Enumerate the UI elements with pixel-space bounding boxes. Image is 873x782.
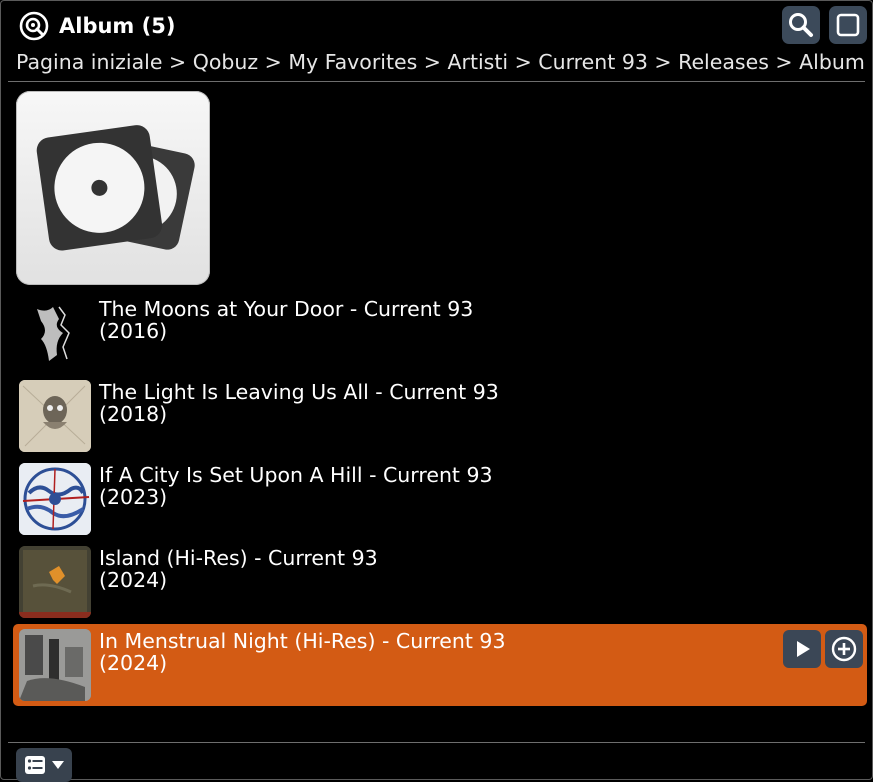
- list-view-icon: [25, 756, 45, 774]
- album-title: Island (Hi-Res) - Current 93: [99, 546, 378, 570]
- album-text: The Light Is Leaving Us All - Current 93…: [99, 381, 499, 425]
- list-item[interactable]: The Light Is Leaving Us All - Current 93…: [13, 375, 867, 457]
- album-text: If A City Is Set Upon A Hill - Current 9…: [99, 464, 493, 508]
- search-icon: [789, 13, 813, 37]
- page-title: Album (5): [59, 14, 176, 38]
- album-year: (2016): [99, 319, 168, 343]
- list-item-selected[interactable]: In Menstrual Night (Hi-Res) - Current 93…: [13, 624, 867, 706]
- album-title: The Moons at Your Door - Current 93: [99, 297, 474, 321]
- album-placeholder-art: [16, 91, 210, 285]
- album-text: In Menstrual Night (Hi-Res) - Current 93…: [99, 630, 506, 674]
- select-mode-button[interactable]: [829, 6, 867, 44]
- add-button[interactable]: [825, 630, 863, 668]
- album-cover: [19, 463, 91, 535]
- album-cover: [19, 546, 91, 618]
- album-year: (2018): [99, 402, 168, 426]
- list-item[interactable]: If A City Is Set Upon A Hill - Current 9…: [13, 458, 867, 540]
- list-item[interactable]: Island (Hi-Res) - Current 93 (2024): [13, 541, 867, 623]
- album-year: (2024): [99, 651, 168, 675]
- album-cover: [19, 380, 91, 452]
- album-text: Island (Hi-Res) - Current 93 (2024): [99, 547, 378, 591]
- album-cover: [19, 629, 91, 701]
- play-icon: [797, 641, 810, 657]
- disc-search-icon: [18, 10, 50, 42]
- list-item[interactable]: The Moons at Your Door - Current 93 (201…: [13, 292, 867, 374]
- album-cover: [19, 297, 91, 369]
- album-text: The Moons at Your Door - Current 93 (201…: [99, 298, 473, 342]
- search-button[interactable]: [782, 6, 820, 44]
- header-divider: [8, 81, 865, 82]
- dropdown-arrow-icon: [52, 761, 64, 769]
- album-year: (2023): [99, 485, 168, 509]
- album-year: (2024): [99, 568, 168, 592]
- add-icon: [831, 636, 857, 662]
- view-mode-button[interactable]: [16, 748, 72, 782]
- album-title: In Menstrual Night (Hi-Res) - Current 93: [99, 629, 506, 653]
- breadcrumb[interactable]: Pagina iniziale > Qobuz > My Favorites >…: [16, 48, 873, 76]
- header: Album (5) Pagina iniziale > Qobuz > My F…: [0, 0, 873, 82]
- play-button[interactable]: [783, 630, 821, 668]
- square-icon: [836, 13, 860, 37]
- album-placeholder-icon: [36, 125, 195, 251]
- footer-divider: [8, 742, 865, 743]
- album-title: The Light Is Leaving Us All - Current 93: [99, 380, 499, 404]
- album-title: If A City Is Set Upon A Hill - Current 9…: [99, 463, 493, 487]
